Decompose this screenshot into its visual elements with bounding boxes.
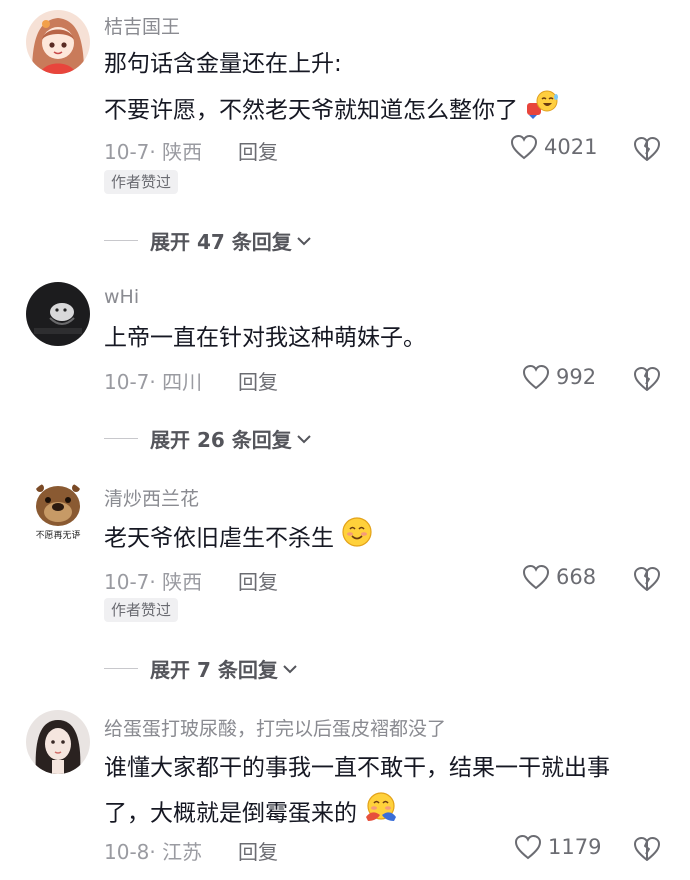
comment-text: 上帝一直在针对我这种萌妹子。 bbox=[104, 318, 674, 359]
heart-icon bbox=[522, 564, 550, 590]
comment-text: 老天爷依旧虐生不杀生 bbox=[104, 516, 674, 562]
avatar[interactable] bbox=[26, 10, 90, 74]
comment-meta: 10-8· 江苏 bbox=[104, 840, 203, 864]
blushing-smile-emoji-icon bbox=[341, 516, 373, 562]
comment-text-span: 老天爷依旧虐生不杀生 bbox=[104, 525, 334, 552]
chevron-down-icon bbox=[297, 434, 311, 443]
avatar[interactable] bbox=[26, 282, 90, 346]
like-button[interactable]: 4021 bbox=[510, 134, 597, 160]
like-count: 992 bbox=[556, 365, 597, 389]
heart-icon bbox=[522, 364, 550, 390]
reply-button[interactable]: 回复 bbox=[238, 836, 278, 865]
comment-text-line: 上帝一直在针对我这种萌妹子。 bbox=[104, 325, 426, 351]
broken-heart-icon[interactable] bbox=[632, 135, 662, 163]
comment-text-line: 那句话含金量还在上升: bbox=[104, 51, 342, 77]
comment-text-span: 了，大概就是倒霉蛋来的 bbox=[104, 800, 357, 827]
broken-heart-icon[interactable] bbox=[632, 565, 662, 593]
comment-text: 谁懂大家都干的事我一直不敢干，结果一干就出事 了，大概就是倒霉蛋来的 bbox=[104, 748, 674, 837]
avatar[interactable]: 不愿再无语 bbox=[26, 480, 90, 544]
divider bbox=[104, 668, 138, 669]
like-count: 668 bbox=[556, 565, 597, 589]
username[interactable]: 桔吉国王 bbox=[104, 12, 180, 39]
comment-meta: 10-7· 陕西 bbox=[104, 570, 203, 594]
comment-text-line: 老天爷依旧虐生不杀生 bbox=[104, 516, 674, 562]
comment-text-line: 不要许愿，不然老天爷就知道怎么整你了 bbox=[104, 89, 674, 133]
reply-button[interactable]: 回复 bbox=[238, 136, 278, 165]
expand-replies-button[interactable]: 展开 26 条回复 bbox=[104, 424, 312, 453]
username[interactable]: wHi bbox=[104, 286, 139, 308]
divider bbox=[104, 240, 138, 241]
avatar-caption: 不愿再无语 bbox=[35, 530, 80, 541]
comment-text: 那句话含金量还在上升: 不要许愿，不然老天爷就知道怎么整你了 bbox=[104, 44, 674, 133]
chevron-down-icon bbox=[283, 664, 297, 673]
chevron-down-icon bbox=[297, 236, 311, 245]
like-button[interactable]: 668 bbox=[522, 564, 596, 590]
expand-replies-label: 展开 47 条回复 bbox=[150, 230, 292, 254]
comment-text-line: 了，大概就是倒霉蛋来的 bbox=[104, 791, 674, 837]
reply-button[interactable]: 回复 bbox=[238, 566, 278, 595]
broken-heart-icon[interactable] bbox=[632, 365, 662, 393]
comment-text-line: 谁懂大家都干的事我一直不敢干，结果一干就出事 bbox=[104, 755, 610, 781]
like-button[interactable]: 1179 bbox=[514, 834, 601, 860]
like-count: 1179 bbox=[548, 835, 602, 859]
expand-replies-button[interactable]: 展开 7 条回复 bbox=[104, 654, 298, 683]
like-count: 4021 bbox=[544, 135, 598, 159]
expand-replies-button[interactable]: 展开 47 条回复 bbox=[104, 226, 312, 255]
laughing-emoji-icon bbox=[525, 89, 559, 133]
username[interactable]: 清炒西兰花 bbox=[104, 484, 199, 511]
divider bbox=[104, 438, 138, 439]
like-button[interactable]: 992 bbox=[522, 364, 596, 390]
hugging-face-emoji-icon bbox=[364, 791, 398, 837]
avatar[interactable] bbox=[26, 710, 90, 774]
comment-text-span: 不要许愿，不然老天爷就知道怎么整你了 bbox=[104, 97, 518, 124]
heart-icon bbox=[510, 134, 538, 160]
expand-replies-label: 展开 7 条回复 bbox=[150, 658, 278, 682]
comment-meta: 10-7· 四川 bbox=[104, 370, 203, 394]
comment-meta: 10-7· 陕西 bbox=[104, 140, 203, 164]
username[interactable]: 给蛋蛋打玻尿酸，打完以后蛋皮褶都没了 bbox=[104, 714, 446, 741]
heart-icon bbox=[514, 834, 542, 860]
broken-heart-icon[interactable] bbox=[632, 835, 662, 863]
author-liked-badge: 作者赞过 bbox=[104, 170, 179, 194]
author-liked-badge: 作者赞过 bbox=[104, 598, 179, 622]
expand-replies-label: 展开 26 条回复 bbox=[150, 428, 292, 452]
reply-button[interactable]: 回复 bbox=[238, 366, 278, 395]
